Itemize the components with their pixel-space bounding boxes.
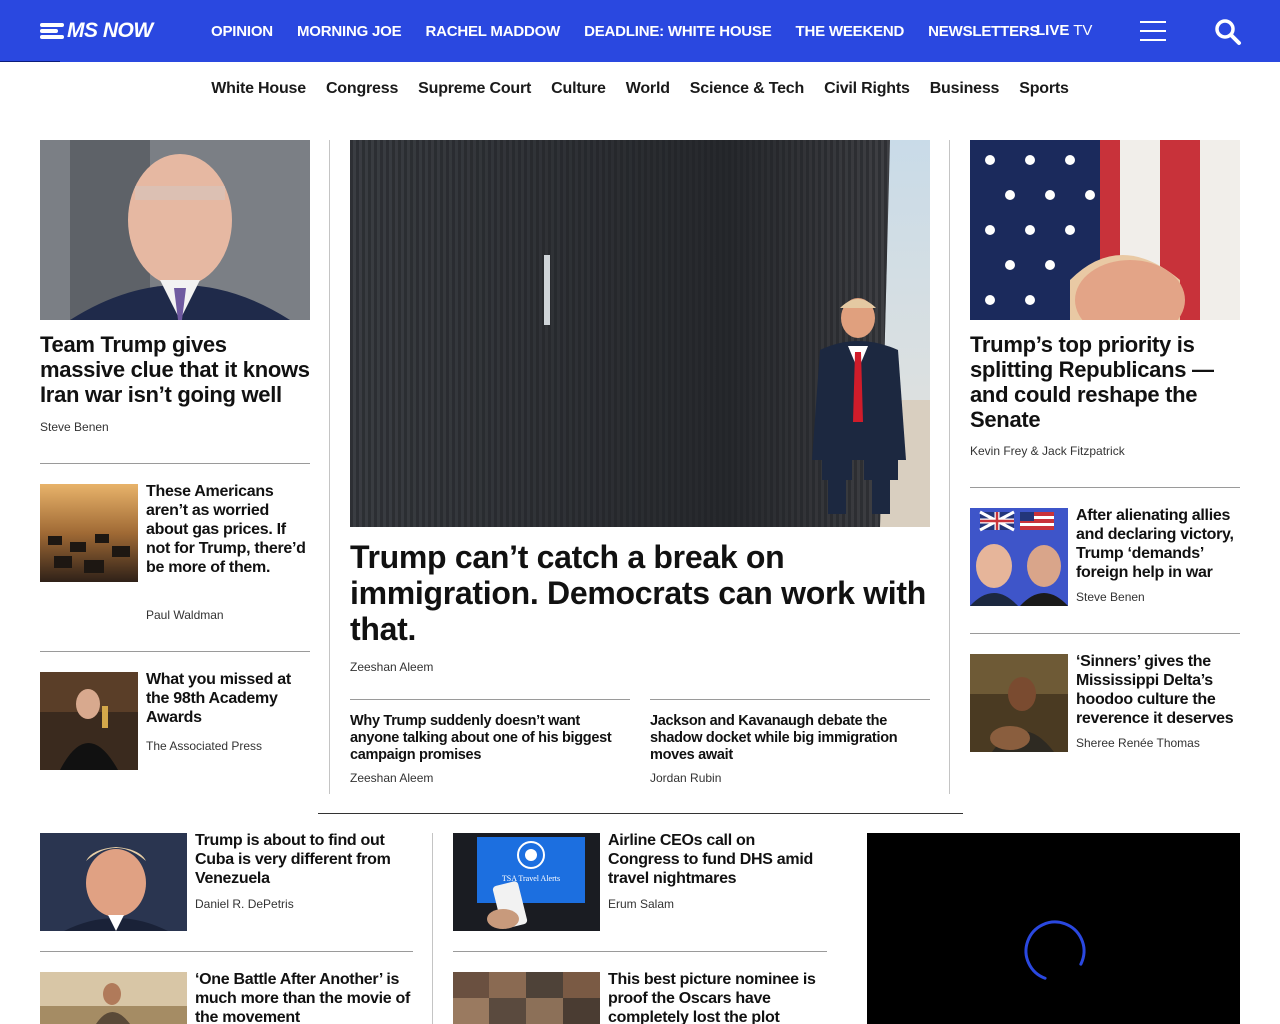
column-divider bbox=[949, 140, 950, 794]
story-image-academy-awards[interactable] bbox=[40, 672, 138, 770]
story-headline-best-picture[interactable]: This best picture nominee is proof the O… bbox=[608, 970, 828, 1024]
section-civil-rights[interactable]: Civil Rights bbox=[824, 80, 910, 98]
primary-nav: OPINION MORNING JOE RACHEL MADDOW DEADLI… bbox=[211, 0, 1063, 62]
story-headline-gas-prices[interactable]: These Americans aren’t as worried about … bbox=[146, 482, 308, 577]
story-headline-right-top[interactable]: Trump’s top priority is splitting Republ… bbox=[970, 332, 1230, 432]
story-byline-gas-prices[interactable]: Paul Waldman bbox=[146, 608, 224, 622]
story-byline-hero[interactable]: Zeeshan Aleem bbox=[350, 660, 433, 674]
story-headline-sinners[interactable]: ‘Sinners’ gives the Mississippi Delta’s … bbox=[1076, 652, 1240, 728]
story-byline-cuba[interactable]: Daniel R. DePetris bbox=[195, 897, 294, 911]
story-byline-shadow-docket[interactable]: Jordan Rubin bbox=[650, 771, 721, 785]
tsa-screen-text: TSA Travel Alerts bbox=[502, 874, 560, 883]
section-business[interactable]: Business bbox=[930, 80, 1000, 98]
section-divider bbox=[318, 813, 963, 814]
story-image-right-top[interactable] bbox=[970, 140, 1240, 320]
section-culture[interactable]: Culture bbox=[551, 80, 606, 98]
nav-item-the-weekend[interactable]: THE WEEKEND bbox=[796, 23, 905, 40]
section-congress[interactable]: Congress bbox=[326, 80, 398, 98]
story-headline-one-battle[interactable]: ‘One Battle After Another’ is much more … bbox=[195, 970, 413, 1024]
nav-item-deadline-white-house[interactable]: DEADLINE: WHITE HOUSE bbox=[584, 23, 772, 40]
story-byline-left-top[interactable]: Steve Benen bbox=[40, 420, 109, 434]
story-image-sinners[interactable] bbox=[970, 654, 1068, 752]
column-divider bbox=[432, 833, 433, 1024]
story-image-cuba[interactable] bbox=[40, 833, 187, 931]
live-label: LIVE bbox=[1036, 22, 1070, 39]
logo-mark-icon bbox=[40, 21, 64, 41]
story-byline-academy-awards[interactable]: The Associated Press bbox=[146, 739, 262, 753]
story-byline-foreign-help[interactable]: Steve Benen bbox=[1076, 590, 1145, 604]
section-white-house[interactable]: White House bbox=[211, 80, 306, 98]
story-headline-academy-awards[interactable]: What you missed at the 98th Academy Awar… bbox=[146, 670, 308, 727]
story-image-airline[interactable]: TSA Travel Alerts bbox=[453, 833, 600, 931]
nav-item-rachel-maddow[interactable]: RACHEL MADDOW bbox=[425, 23, 560, 40]
tv-label: TV bbox=[1069, 22, 1093, 39]
story-headline-foreign-help[interactable]: After alienating allies and declaring vi… bbox=[1076, 506, 1240, 582]
story-byline-sinners[interactable]: Sheree Renée Thomas bbox=[1076, 736, 1200, 750]
story-headline-left-top[interactable]: Team Trump gives massive clue that it kn… bbox=[40, 332, 312, 407]
search-icon[interactable] bbox=[1214, 18, 1242, 46]
loading-spinner-icon bbox=[1024, 920, 1086, 982]
story-image-best-picture[interactable] bbox=[453, 972, 600, 1024]
divider bbox=[40, 951, 413, 952]
divider bbox=[453, 951, 827, 952]
story-headline-airline[interactable]: Airline CEOs call on Congress to fund DH… bbox=[608, 831, 828, 888]
nav-item-morning-joe[interactable]: MORNING JOE bbox=[297, 23, 402, 40]
story-byline-airline[interactable]: Erum Salam bbox=[608, 897, 674, 911]
story-headline-campaign-promises[interactable]: Why Trump suddenly doesn’t want anyone t… bbox=[350, 713, 630, 764]
story-image-left-top[interactable] bbox=[40, 140, 310, 320]
nav-item-opinion[interactable]: OPINION bbox=[211, 23, 273, 40]
menu-icon[interactable] bbox=[1140, 20, 1166, 42]
column-divider bbox=[329, 140, 330, 794]
story-image-hero[interactable] bbox=[350, 140, 930, 527]
section-nav: White House Congress Supreme Court Cultu… bbox=[0, 62, 1280, 116]
logo-text: MS NOW bbox=[67, 19, 153, 42]
live-tv-link[interactable]: LIVE TV bbox=[1036, 22, 1092, 39]
story-byline-campaign-promises[interactable]: Zeeshan Aleem bbox=[350, 771, 433, 785]
divider bbox=[40, 463, 310, 464]
divider bbox=[970, 633, 1240, 634]
divider bbox=[350, 699, 630, 700]
divider bbox=[650, 699, 930, 700]
story-headline-shadow-docket[interactable]: Jackson and Kavanaugh debate the shadow … bbox=[650, 713, 930, 764]
story-image-foreign-help[interactable] bbox=[970, 508, 1068, 606]
video-player[interactable] bbox=[867, 833, 1240, 1024]
section-sports[interactable]: Sports bbox=[1019, 80, 1069, 98]
divider bbox=[970, 487, 1240, 488]
divider bbox=[40, 651, 310, 652]
story-headline-cuba[interactable]: Trump is about to find out Cuba is very … bbox=[195, 831, 413, 888]
story-headline-hero[interactable]: Trump can’t catch a break on immigration… bbox=[350, 539, 930, 647]
section-world[interactable]: World bbox=[626, 80, 670, 98]
story-image-one-battle[interactable] bbox=[40, 972, 187, 1024]
section-science-tech[interactable]: Science & Tech bbox=[690, 80, 804, 98]
site-logo[interactable]: MS NOW bbox=[40, 16, 153, 46]
story-byline-right-top[interactable]: Kevin Frey & Jack Fitzpatrick bbox=[970, 444, 1125, 458]
section-supreme-court[interactable]: Supreme Court bbox=[418, 80, 531, 98]
nav-item-newsletters[interactable]: NEWSLETTERS bbox=[928, 23, 1039, 40]
story-image-gas-prices[interactable] bbox=[40, 484, 138, 582]
